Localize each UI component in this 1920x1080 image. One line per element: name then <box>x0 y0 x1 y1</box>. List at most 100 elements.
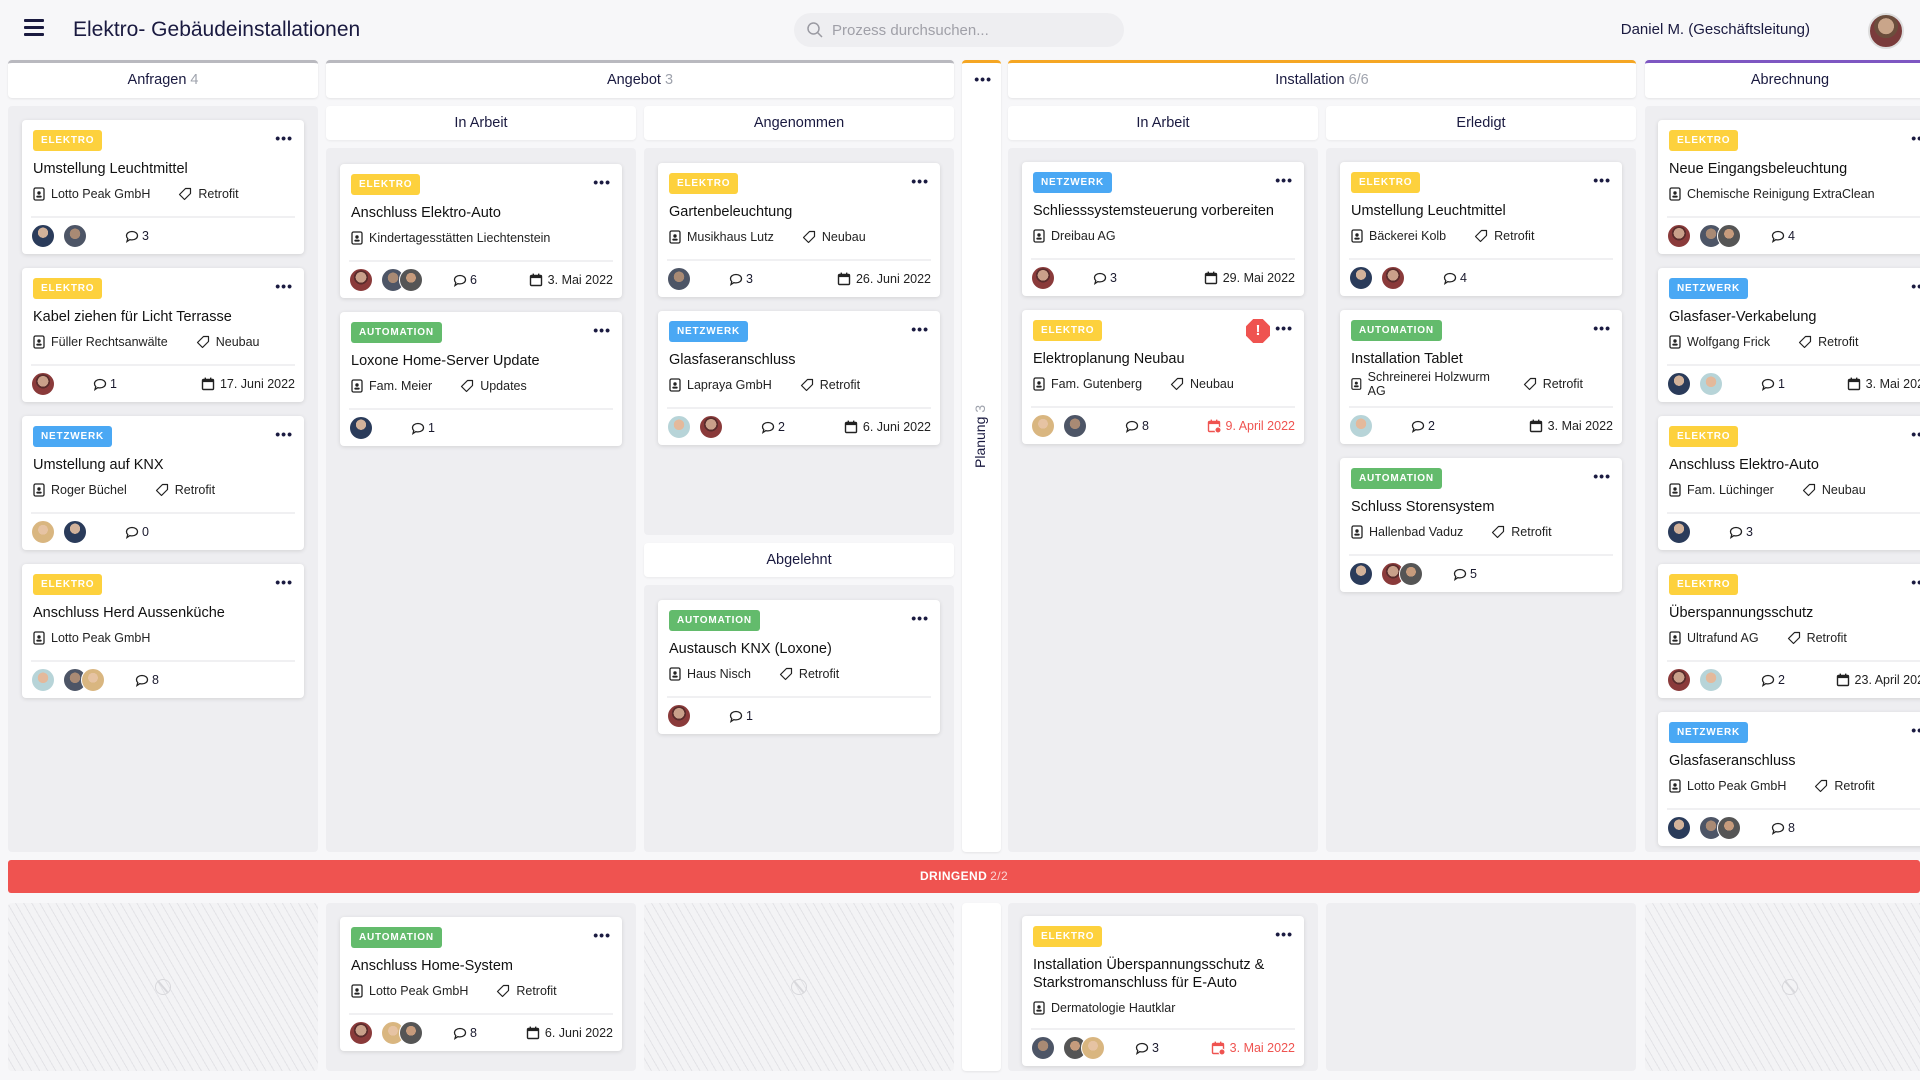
subcolumn-header-erledigt[interactable]: Erledigt <box>1326 106 1636 140</box>
column-header-abrechnung[interactable]: Abrechnung <box>1645 60 1920 98</box>
avatar[interactable] <box>1667 668 1691 692</box>
more-options-icon[interactable]: ••• <box>1911 130 1920 146</box>
client-icon <box>1033 377 1045 391</box>
more-options-icon[interactable]: ••• <box>275 426 293 442</box>
task-card[interactable]: ELEKTRO ••• Umstellung Leuchtmittel Lott… <box>22 120 304 254</box>
more-options-icon[interactable]: ••• <box>593 174 611 190</box>
task-card[interactable]: NETZWERK ••• Glasfaseranschluss Lapraya … <box>658 311 940 445</box>
search-box[interactable] <box>794 13 1124 47</box>
avatar[interactable] <box>667 415 691 439</box>
avatar[interactable] <box>1717 224 1741 248</box>
avatar[interactable] <box>1667 816 1691 840</box>
alert-icon[interactable]: ! <box>1246 319 1270 343</box>
column-planung-collapsed[interactable]: ••• Planung3 <box>962 60 1001 852</box>
subcolumn-header-abgelehnt[interactable]: Abgelehnt <box>644 543 954 577</box>
avatar[interactable] <box>1349 562 1373 586</box>
more-options-icon[interactable]: ••• <box>1275 926 1293 942</box>
avatar[interactable] <box>81 668 105 692</box>
avatar[interactable] <box>667 267 691 291</box>
avatar[interactable] <box>349 268 373 292</box>
task-card[interactable]: AUTOMATION ••• Loxone Home-Server Update… <box>340 312 622 446</box>
avatar[interactable] <box>1381 266 1405 290</box>
task-card[interactable]: ELEKTRO ••• Anschluss Elektro-Auto Fam. … <box>1658 416 1920 550</box>
avatar[interactable] <box>1031 1036 1055 1060</box>
more-options-icon[interactable]: ••• <box>1593 320 1611 336</box>
task-card[interactable]: ELEKTRO ••• Kabel ziehen für Licht Terra… <box>22 268 304 402</box>
more-options-icon[interactable]: ••• <box>275 278 293 294</box>
more-options-icon[interactable]: ••• <box>1911 722 1920 738</box>
avatar[interactable] <box>1717 816 1741 840</box>
task-card[interactable]: AUTOMATION ••• Austausch KNX (Loxone) Ha… <box>658 600 940 734</box>
avatar[interactable] <box>1349 414 1373 438</box>
avatar[interactable] <box>31 224 55 248</box>
avatar[interactable] <box>63 224 87 248</box>
more-options-icon[interactable]: ••• <box>974 71 992 87</box>
more-options-icon[interactable]: ••• <box>1593 172 1611 188</box>
task-card[interactable]: AUTOMATION ••• Schluss Storensystem Hall… <box>1340 458 1622 592</box>
more-options-icon[interactable]: ••• <box>911 321 929 337</box>
column-header-installation[interactable]: Installation 6/6 <box>1008 60 1636 98</box>
avatar[interactable] <box>1031 266 1055 290</box>
avatar[interactable] <box>1063 414 1087 438</box>
avatar[interactable] <box>1699 372 1723 396</box>
avatar[interactable] <box>1031 414 1055 438</box>
task-card[interactable]: ELEKTRO ••• Neue Eingangsbeleuchtung Che… <box>1658 120 1920 254</box>
avatar[interactable] <box>1667 372 1691 396</box>
more-options-icon[interactable]: ••• <box>911 610 929 626</box>
client-name: Füller Rechtsanwälte <box>51 335 168 349</box>
avatar[interactable] <box>699 415 723 439</box>
avatar[interactable] <box>31 520 55 544</box>
task-card[interactable]: ELEKTRO ••• Installation Überspannungssc… <box>1022 916 1304 1066</box>
avatar[interactable] <box>1399 562 1423 586</box>
column-header-anfragen[interactable]: Anfragen 4 <box>8 60 318 98</box>
user-name[interactable]: Daniel M. (Geschäftsleitung) <box>1621 21 1810 38</box>
more-options-icon[interactable]: ••• <box>1911 426 1920 442</box>
avatar[interactable] <box>31 372 55 396</box>
avatar[interactable] <box>667 704 691 728</box>
category-tag: NETZWERK <box>33 426 113 447</box>
search-input[interactable] <box>832 13 1112 47</box>
more-options-icon[interactable]: ••• <box>1911 278 1920 294</box>
avatar[interactable] <box>1667 520 1691 544</box>
task-card[interactable]: NETZWERK ••• Glasfaseranschluss Lotto Pe… <box>1658 712 1920 846</box>
task-card[interactable]: ELEKTRO ••• Gartenbeleuchtung Musikhaus … <box>658 163 940 297</box>
task-card[interactable]: NETZWERK ••• Glasfaser-Verkabelung Wolfg… <box>1658 268 1920 402</box>
task-card[interactable]: ELEKTRO ••• Überspannungsschutz Ultrafun… <box>1658 564 1920 698</box>
avatar[interactable] <box>1667 224 1691 248</box>
more-options-icon[interactable]: ••• <box>1275 320 1293 336</box>
more-options-icon[interactable]: ••• <box>275 130 293 146</box>
task-card[interactable]: AUTOMATION ••• Installation Tablet Schre… <box>1340 310 1622 444</box>
task-card[interactable]: ELEKTRO ••• Anschluss Herd Aussenküche L… <box>22 564 304 698</box>
task-card[interactable]: ELEKTRO ••• Anschluss Elektro-Auto Kinde… <box>340 164 622 298</box>
task-card[interactable]: NETZWERK ••• Umstellung auf KNX Roger Bü… <box>22 416 304 550</box>
more-options-icon[interactable]: ••• <box>1593 468 1611 484</box>
more-options-icon[interactable]: ••• <box>1275 172 1293 188</box>
subcolumn-header-in-arbeit[interactable]: In Arbeit <box>326 106 636 140</box>
avatar[interactable] <box>31 668 55 692</box>
avatar[interactable] <box>399 268 423 292</box>
user-avatar[interactable] <box>1868 13 1904 49</box>
more-options-icon[interactable]: ••• <box>275 574 293 590</box>
more-options-icon[interactable]: ••• <box>593 927 611 943</box>
task-card[interactable]: AUTOMATION ••• Anschluss Home-System Lot… <box>340 917 622 1051</box>
swimlane-header-dringend[interactable]: DRINGEND 2/2 <box>8 860 1920 893</box>
avatar[interactable] <box>1349 266 1373 290</box>
avatar[interactable] <box>349 416 373 440</box>
avatar[interactable] <box>1081 1036 1105 1060</box>
card-title: Gartenbeleuchtung <box>669 204 793 220</box>
more-options-icon[interactable]: ••• <box>911 173 929 189</box>
column-header-angebot[interactable]: Angebot 3 <box>326 60 954 98</box>
task-card[interactable]: ELEKTRO ! ••• Elektroplanung Neubau Fam.… <box>1022 310 1304 444</box>
subcolumn-header-in-arbeit[interactable]: In Arbeit <box>1008 106 1318 140</box>
avatar[interactable] <box>349 1021 373 1045</box>
hamburger-menu-icon[interactable] <box>24 19 44 37</box>
avatar[interactable] <box>399 1021 423 1045</box>
task-card[interactable]: ELEKTRO ••• Umstellung Leuchtmittel Bäck… <box>1340 162 1622 296</box>
avatar[interactable] <box>1699 668 1723 692</box>
more-options-icon[interactable]: ••• <box>593 322 611 338</box>
subcolumn-header-angenommen[interactable]: Angenommen <box>644 106 954 140</box>
avatar[interactable] <box>63 520 87 544</box>
card-title: Glasfaser-Verkabelung <box>1669 309 1817 325</box>
more-options-icon[interactable]: ••• <box>1911 574 1920 590</box>
task-card[interactable]: NETZWERK ••• Schliesssystemsteuerung vor… <box>1022 162 1304 296</box>
